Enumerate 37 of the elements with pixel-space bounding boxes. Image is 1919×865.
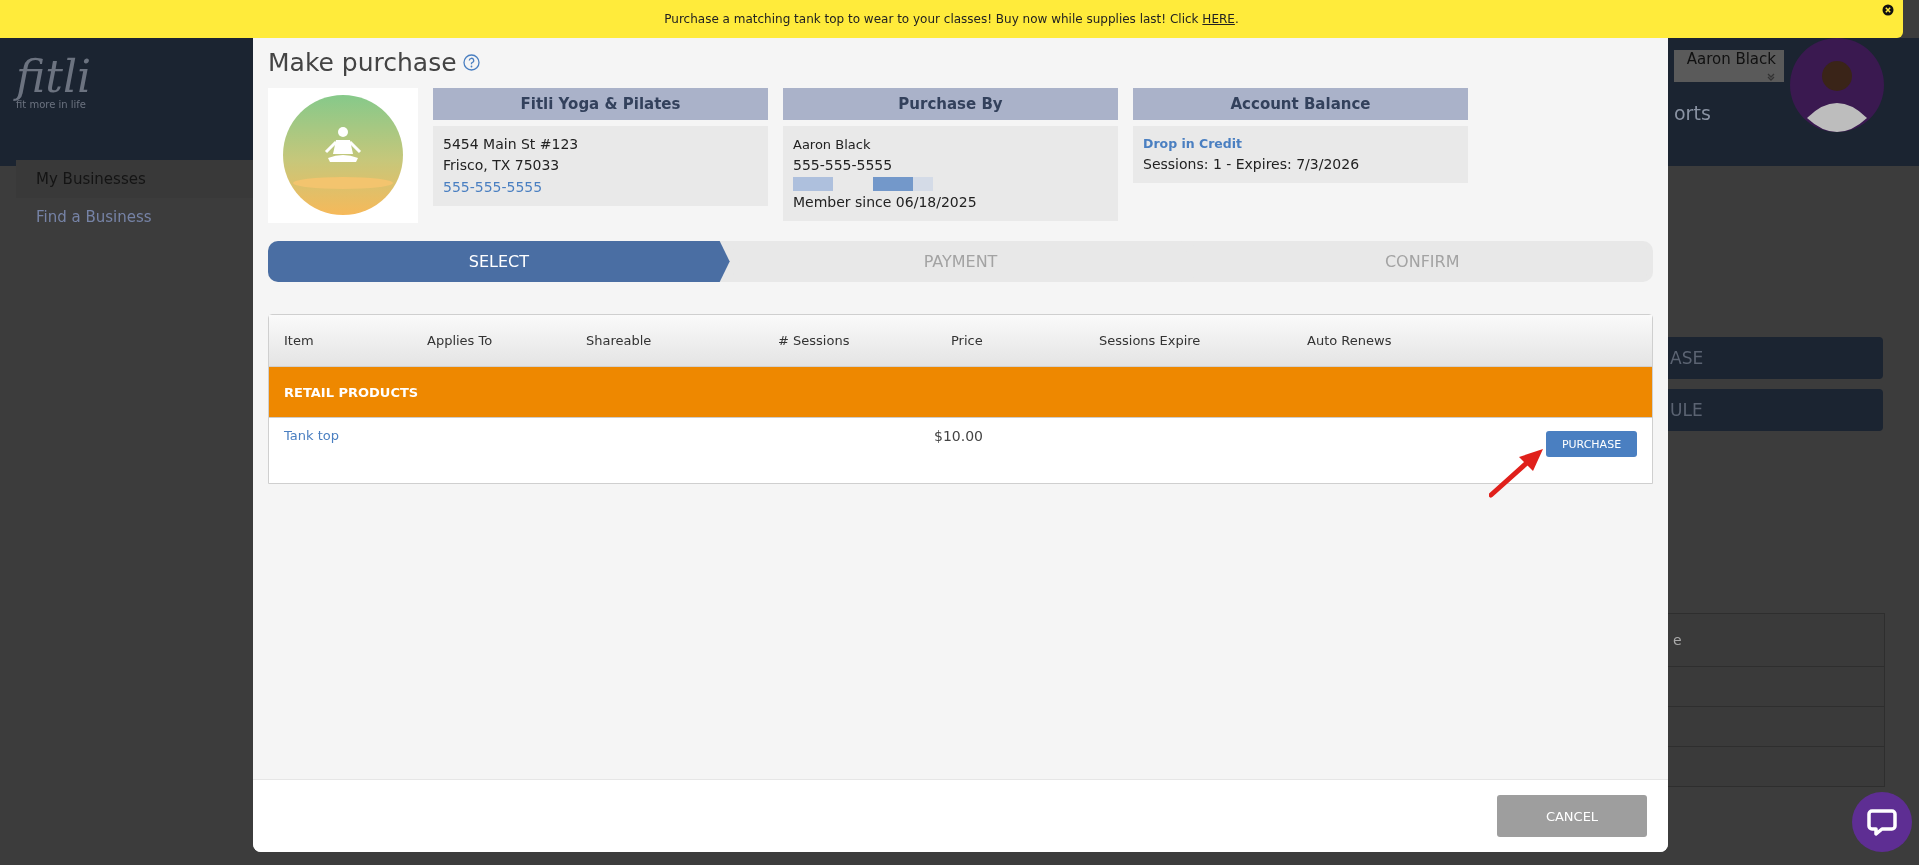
phone-link[interactable]: 555-555-5555	[443, 177, 758, 197]
item-link[interactable]: Tank top	[284, 428, 339, 443]
close-icon[interactable]	[1882, 4, 1894, 16]
pointer-arrow	[1489, 447, 1545, 499]
session-info: Sessions: 1 - Expires: 7/3/2026	[1143, 155, 1361, 174]
column-header: Applies To	[427, 333, 494, 348]
user-menu[interactable]: Aaron Black	[1674, 50, 1784, 82]
price-cell: $10.00	[934, 428, 983, 444]
credit-name: Drop in Credit	[1143, 135, 1243, 153]
column-header: Item	[284, 333, 315, 348]
column-header: e	[1673, 632, 1682, 648]
banner-link[interactable]: HERE	[1202, 12, 1235, 26]
chat-button[interactable]	[1852, 792, 1912, 852]
address-line: Frisco, TX 75033	[443, 156, 561, 175]
card-title: Account Balance	[1133, 88, 1468, 120]
column-header: Auto Renews	[1307, 333, 1393, 348]
chat-icon	[1867, 807, 1897, 837]
column-header: Sessions Expire	[1099, 333, 1202, 348]
customer-phone: 555-555-5555	[793, 156, 894, 175]
dialog-title: Make purchase	[268, 47, 457, 77]
chevron-icon	[1766, 72, 1776, 82]
step-tab[interactable]: SELECT	[268, 241, 730, 282]
group-title: RETAIL PRODUCTS	[284, 384, 419, 400]
column-header: Price	[951, 333, 984, 348]
card-title: Fitli Yoga & Pilates	[433, 88, 768, 120]
address-line: 5454 Main St #123	[443, 135, 580, 154]
customer-name: Aaron Black	[793, 136, 872, 154]
purchase-button[interactable]: PURCHASE	[1546, 431, 1637, 457]
column-header: Shareable	[586, 333, 653, 348]
column-header: # Sessions	[778, 333, 851, 348]
avatar-icon[interactable]	[1790, 38, 1884, 132]
card-title: Purchase By	[783, 88, 1118, 120]
cancel-button[interactable]: CANCEL	[1497, 795, 1647, 837]
help-icon[interactable]	[462, 53, 480, 71]
banner-text: Purchase a matching tank top to wear to your classes! Buy now while supplies last! Click HERE.	[664, 12, 1239, 26]
member-since: Member since 06/18/2025	[793, 193, 978, 212]
nav-link[interactable]: orts	[1674, 102, 1711, 124]
